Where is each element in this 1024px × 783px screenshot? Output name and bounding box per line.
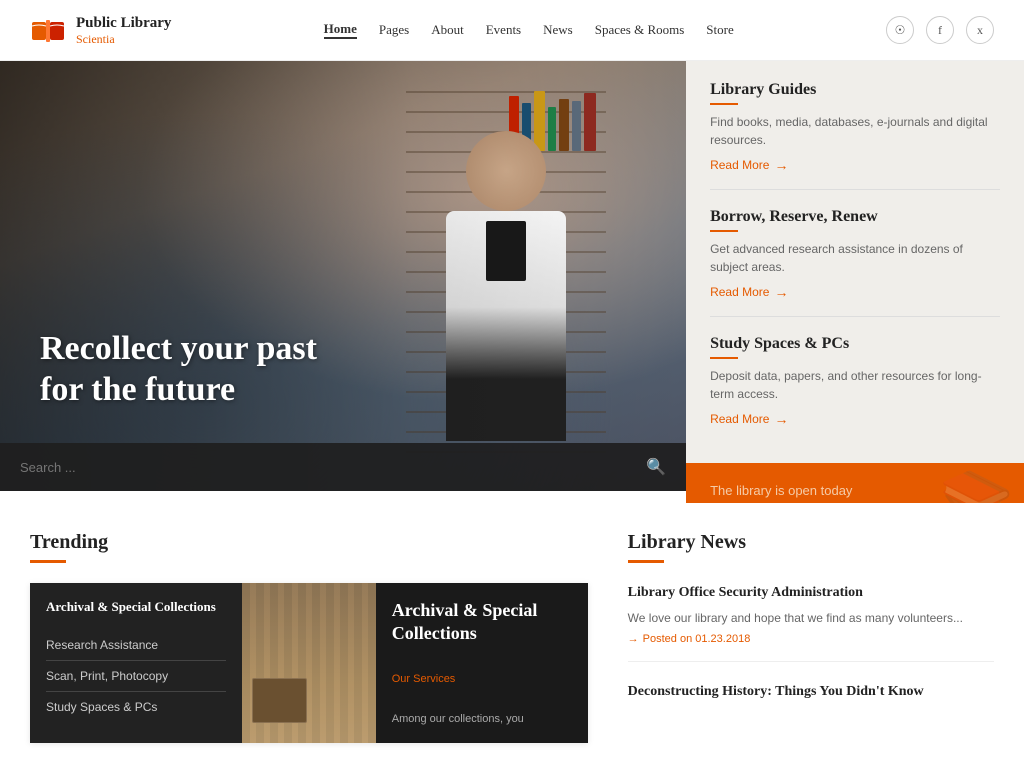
trending-feature-sub: Our Services xyxy=(392,673,572,685)
trending-title: Trending xyxy=(30,531,588,554)
hero-headline-line1: Recollect your past xyxy=(40,330,317,367)
read-more-arrow: → xyxy=(774,157,788,173)
read-more-arrow-3: → xyxy=(774,411,788,427)
trending-section: Trending Archival & Special Collections … xyxy=(30,531,628,743)
read-more-arrow-2: → xyxy=(774,284,788,300)
news-item-1: Library Office Security Administration W… xyxy=(628,583,994,662)
sidebar-study-desc: Deposit data, papers, and other resource… xyxy=(710,367,1000,403)
news-item-2-title[interactable]: Deconstructing History: Things You Didn'… xyxy=(628,682,994,702)
search-icon[interactable]: 🔍 xyxy=(646,457,666,477)
trending-menu-item-scan[interactable]: Scan, Print, Photocopy xyxy=(46,661,226,692)
sidebar-guides-title: Library Guides xyxy=(710,81,1000,99)
trending-menu-item-study[interactable]: Study Spaces & PCs xyxy=(46,692,226,722)
news-underline xyxy=(628,560,664,563)
trending-feature-title: Archival & Special Collections xyxy=(392,599,572,646)
trending-menu: Archival & Special Collections Research … xyxy=(30,583,242,743)
news-item-1-desc: We love our library and hope that we fin… xyxy=(628,609,994,627)
sidebar-study: Study Spaces & PCs Deposit data, papers,… xyxy=(710,335,1000,443)
main-nav: Home Pages About Events News Spaces & Ro… xyxy=(324,21,734,39)
trending-image xyxy=(242,583,376,743)
trending-card: Archival & Special Collections Research … xyxy=(30,583,588,743)
hero-text-block: Recollect your past for the future xyxy=(40,329,317,411)
nav-home[interactable]: Home xyxy=(324,21,357,39)
logo-icon xyxy=(30,12,66,48)
hours-book-icon: 📚 xyxy=(939,473,1014,503)
social-icons: ☉ f x xyxy=(886,16,994,44)
sidebar-borrow-desc: Get advanced research assistance in doze… xyxy=(710,240,1000,276)
news-item-1-date: → Posted on 01.23.2018 xyxy=(628,633,994,645)
library-hours: The library is open today 6:00 AM – 8:00… xyxy=(686,463,1024,503)
nav-events[interactable]: Events xyxy=(486,22,521,38)
header: Public Library Scientia Home Pages About… xyxy=(0,0,1024,61)
sidebar-library-guides: Library Guides Find books, media, databa… xyxy=(710,81,1000,190)
main-content: Trending Archival & Special Collections … xyxy=(0,491,1024,783)
guides-read-more[interactable]: Read More → xyxy=(710,157,1000,173)
sidebar-study-title: Study Spaces & PCs xyxy=(710,335,1000,353)
borrow-read-more[interactable]: Read More → xyxy=(710,284,1000,300)
news-item-1-title[interactable]: Library Office Security Administration xyxy=(628,583,994,603)
news-section: Library News Library Office Security Adm… xyxy=(628,531,994,743)
logo-area: Public Library Scientia xyxy=(30,12,171,48)
hero-headline: Recollect your past for the future xyxy=(40,329,317,411)
hero-sidebar: Library Guides Find books, media, databa… xyxy=(686,61,1024,491)
sidebar-borrow-title: Borrow, Reserve, Renew xyxy=(710,208,1000,226)
twitter-icon[interactable]: x xyxy=(966,16,994,44)
nav-news[interactable]: News xyxy=(543,22,573,38)
facebook-icon[interactable]: f xyxy=(926,16,954,44)
trending-feature-desc: Among our collections, you xyxy=(392,712,572,727)
logo-name: Public Library xyxy=(76,14,171,32)
sidebar-borrow-underline xyxy=(710,230,738,232)
news-title: Library News xyxy=(628,531,994,554)
globe-icon[interactable]: ☉ xyxy=(886,16,914,44)
archive-box xyxy=(252,678,307,723)
trending-feature-panel: Archival & Special Collections Our Servi… xyxy=(376,583,588,743)
news-item-2: Deconstructing History: Things You Didn'… xyxy=(628,682,994,724)
logo-sub: Scientia xyxy=(76,32,171,47)
sidebar-guides-desc: Find books, media, databases, e-journals… xyxy=(710,113,1000,149)
hero-overlay xyxy=(0,61,686,491)
hero-search-bar: 🔍 xyxy=(0,443,686,491)
news-arrow-icon: → xyxy=(628,633,639,645)
nav-about[interactable]: About xyxy=(431,22,464,38)
sidebar-items-list: Library Guides Find books, media, databa… xyxy=(686,61,1024,463)
trending-menu-title: Archival & Special Collections xyxy=(46,599,226,616)
sidebar-borrow: Borrow, Reserve, Renew Get advanced rese… xyxy=(710,208,1000,317)
hero-headline-line2: for the future xyxy=(40,371,235,408)
hero-section: Recollect your past for the future 🔍 Lib… xyxy=(0,61,1024,491)
study-read-more[interactable]: Read More → xyxy=(710,411,1000,427)
trending-underline xyxy=(30,560,66,563)
nav-store[interactable]: Store xyxy=(706,22,733,38)
trending-menu-item-research[interactable]: Research Assistance xyxy=(46,630,226,661)
sidebar-guides-underline xyxy=(710,103,738,105)
nav-spaces[interactable]: Spaces & Rooms xyxy=(595,22,685,38)
sidebar-study-underline xyxy=(710,357,738,359)
nav-pages[interactable]: Pages xyxy=(379,22,409,38)
hero-image: Recollect your past for the future 🔍 xyxy=(0,61,686,491)
search-input[interactable] xyxy=(20,460,646,475)
